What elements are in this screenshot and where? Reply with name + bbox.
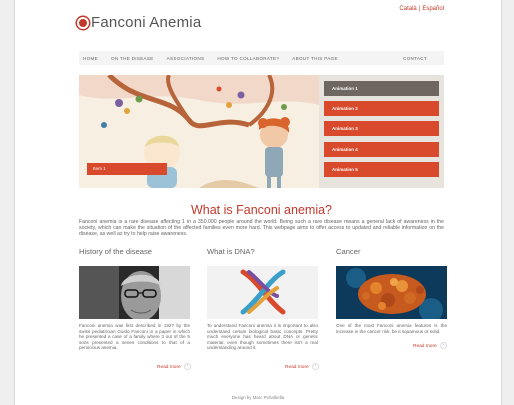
slider-tab-5[interactable]: Animation 5 bbox=[324, 161, 439, 177]
arrow-right-icon: › bbox=[311, 363, 319, 370]
nav-item-associations[interactable]: Associations bbox=[167, 56, 205, 61]
read-more-history-link[interactable]: Read more › bbox=[157, 363, 191, 370]
page-frame: Català | Español Fanconi Anemia Home On th… bbox=[14, 0, 502, 405]
read-more-dna-label: Read more bbox=[285, 364, 309, 370]
slider-tab-4[interactable]: Animation 4 bbox=[324, 141, 439, 157]
slider-tab-3[interactable]: Animation 3 bbox=[324, 121, 439, 137]
column-history: History of the disease Fanconi anemia wa… bbox=[79, 247, 190, 351]
slider-tab-list: Animation 1 Animation 2 Animation 3 Anim… bbox=[319, 75, 444, 188]
history-image[interactable] bbox=[79, 266, 190, 319]
lang-spanish-link[interactable]: Español bbox=[422, 6, 444, 12]
read-more-history-label: Read more bbox=[157, 364, 181, 370]
page-title: What is Fanconi anemia? bbox=[190, 203, 333, 217]
lang-separator: | bbox=[418, 6, 421, 12]
read-more-dna-link[interactable]: Read more › bbox=[285, 363, 319, 370]
column-title-cancer: Cancer bbox=[336, 247, 361, 256]
logo-circle-icon bbox=[77, 16, 89, 29]
site-logo[interactable]: Fanconi Anemia bbox=[77, 14, 201, 31]
lang-catalan-link[interactable]: Català bbox=[399, 6, 416, 12]
column-title-dna: What is DNA? bbox=[207, 247, 255, 256]
nav-item-about[interactable]: About this page bbox=[292, 56, 338, 61]
column-dna: What is DNA? To understand Fanconi anemi… bbox=[207, 247, 318, 351]
slider-caption: Item 1 bbox=[87, 163, 167, 175]
slider-tab-2[interactable]: Animation 2 bbox=[324, 101, 439, 117]
read-more-cancer-label: Read more bbox=[413, 343, 437, 349]
slider-tab-1[interactable]: Animation 1 bbox=[324, 81, 439, 96]
nav-item-collaborate[interactable]: How to collaborate? bbox=[217, 56, 279, 61]
main-nav: Home On the disease Associations How to … bbox=[79, 51, 444, 65]
language-switcher: Català | Español bbox=[398, 6, 445, 12]
column-text-dna: To understand Fanconi anemia it is impor… bbox=[207, 323, 318, 351]
cancer-image[interactable] bbox=[336, 266, 447, 319]
logo-text: Fanconi Anemia bbox=[91, 14, 202, 31]
nav-item-contact[interactable]: Contact bbox=[403, 56, 427, 61]
hero-slider: Item 1 Animation 1 Animation 2 Animation… bbox=[79, 75, 444, 188]
nav-item-home[interactable]: Home bbox=[83, 56, 98, 61]
arrow-right-icon: › bbox=[439, 342, 447, 349]
column-text-cancer: One of the most Fanconi anemia features … bbox=[336, 323, 447, 334]
column-cancer: Cancer One of the most Fanconi anemia fe… bbox=[336, 247, 447, 334]
arrow-right-icon: › bbox=[183, 363, 191, 370]
nav-item-disease[interactable]: On the disease bbox=[111, 56, 154, 61]
intro-text: Fanconi anemia is a rare disease affecti… bbox=[79, 219, 444, 238]
column-title-history: History of the disease bbox=[79, 247, 153, 256]
dna-image[interactable] bbox=[207, 266, 318, 319]
footer-credit: Design by Marc Peñalbella bbox=[231, 395, 285, 400]
read-more-cancer-link[interactable]: Read more › bbox=[413, 342, 447, 349]
column-text-history: Fanconi anemia was first described in 19… bbox=[79, 323, 190, 351]
